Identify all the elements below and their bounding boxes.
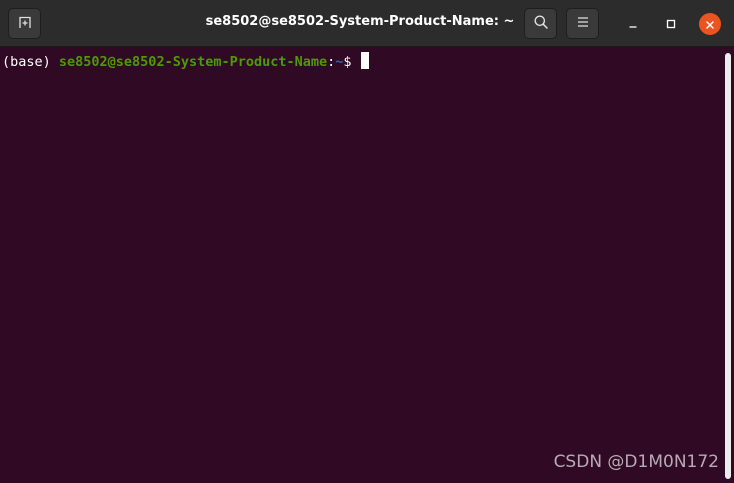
new-tab-icon bbox=[17, 14, 33, 34]
conda-env-label: (base) bbox=[2, 54, 59, 70]
text-cursor bbox=[360, 52, 369, 69]
user-host-label: se8502@se8502-System-Product-Name bbox=[58, 54, 328, 70]
minimize-icon bbox=[627, 15, 639, 34]
search-button[interactable] bbox=[524, 8, 557, 39]
close-button[interactable] bbox=[699, 13, 721, 35]
terminal-output-area[interactable]: (base) se8502@se8502-System-Product-Name… bbox=[0, 47, 722, 483]
terminal-window: se8502@se8502-System-Product-Name: ~ (ba… bbox=[0, 0, 734, 483]
maximize-icon bbox=[665, 15, 677, 34]
search-icon bbox=[533, 14, 549, 34]
maximize-button[interactable] bbox=[660, 13, 682, 35]
prompt-line: (base) se8502@se8502-System-Product-Name… bbox=[2, 52, 369, 70]
new-tab-button[interactable] bbox=[8, 8, 41, 39]
hamburger-menu-icon bbox=[576, 14, 590, 33]
minimize-button[interactable] bbox=[622, 13, 644, 35]
scrollbar-thumb[interactable] bbox=[725, 53, 731, 479]
close-icon bbox=[705, 15, 715, 34]
vertical-scrollbar[interactable] bbox=[722, 47, 734, 483]
watermark: CSDN @D1M0N172 bbox=[553, 452, 719, 472]
window-title: se8502@se8502-System-Product-Name: ~ bbox=[205, 14, 515, 29]
menu-button[interactable] bbox=[566, 8, 599, 39]
title-bar[interactable]: se8502@se8502-System-Product-Name: ~ bbox=[0, 0, 734, 47]
prompt-symbol: $ bbox=[343, 54, 360, 70]
